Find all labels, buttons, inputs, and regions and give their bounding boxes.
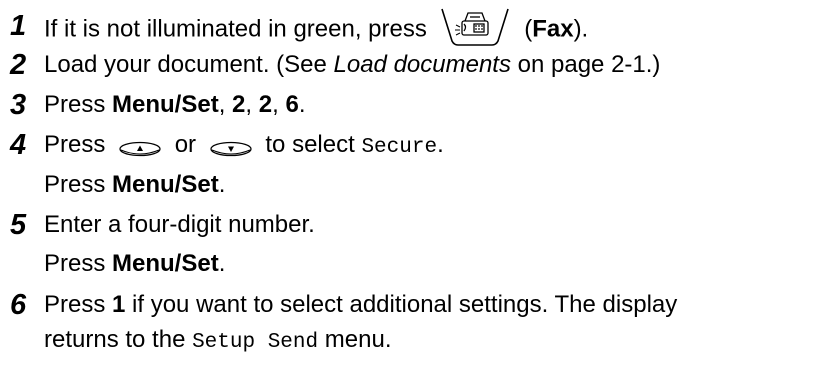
step-text: returns to the: [44, 326, 193, 353]
step-number: 4: [10, 129, 27, 161]
menu-set-key: Menu/Set: [112, 250, 219, 277]
step-line: Press 1 if you want to select additional…: [44, 291, 677, 319]
separator: ,: [245, 91, 259, 118]
step-number: 1: [10, 10, 27, 42]
lcd-menu-setup-send: Setup Send: [192, 331, 319, 354]
separator: ,: [272, 91, 286, 118]
step-text: Press: [44, 171, 113, 198]
step-text: Press: [44, 91, 113, 118]
step-line: Press Menu/Set, 2, 2, 6.: [44, 91, 305, 119]
step-number: 5: [10, 209, 27, 241]
step-text: to select: [265, 131, 362, 158]
step-number: 6: [10, 289, 27, 321]
step-text: Press: [44, 291, 113, 318]
menu-set-key: Menu/Set: [112, 91, 219, 118]
step-line: Press Menu/Set.: [44, 250, 225, 278]
paren-close: ).: [573, 15, 589, 43]
step-line: Press Menu/Set.: [44, 171, 225, 199]
step-line: returns to the Setup Send menu.: [44, 326, 391, 357]
step-text: Press: [44, 250, 113, 277]
period: .: [437, 131, 444, 158]
step-text: if you want to select additional setting…: [125, 291, 678, 318]
step-text: If it is not illuminated in green, press: [44, 15, 427, 43]
step-text: Press: [44, 131, 106, 158]
step-line: Load your document. (See Load documents …: [44, 51, 660, 79]
period: .: [218, 250, 226, 277]
period: .: [298, 91, 306, 118]
step-number: 2: [10, 49, 27, 81]
key-1: 1: [112, 291, 126, 318]
key-2: 2: [232, 91, 246, 118]
step-text: or: [174, 131, 197, 158]
menu-set-key: Menu/Set: [112, 171, 219, 198]
step-line: If it is not illuminated in green, press: [44, 8, 589, 48]
fax-button-icon: [440, 7, 510, 46]
step-text: menu.: [318, 326, 392, 353]
step-text: Enter a four-digit number.: [44, 211, 315, 238]
step-line: Enter a four-digit number.: [44, 211, 315, 239]
step-number: 3: [10, 89, 27, 121]
cross-reference: Load documents: [333, 51, 511, 78]
step-text: Load your document. (See: [44, 51, 334, 78]
fax-label: Fax: [532, 15, 574, 43]
paren-open: (: [524, 15, 533, 43]
up-arrow-button-icon: [118, 136, 162, 156]
step-text: on page 2-1.): [510, 51, 661, 78]
separator: ,: [218, 91, 233, 118]
down-arrow-button-icon: [209, 136, 253, 156]
key-6: 6: [285, 91, 299, 118]
lcd-option-secure: Secure: [361, 136, 438, 159]
period: .: [218, 171, 226, 198]
step-line: Press or to select Secure.: [44, 131, 444, 162]
key-2: 2: [258, 91, 273, 118]
